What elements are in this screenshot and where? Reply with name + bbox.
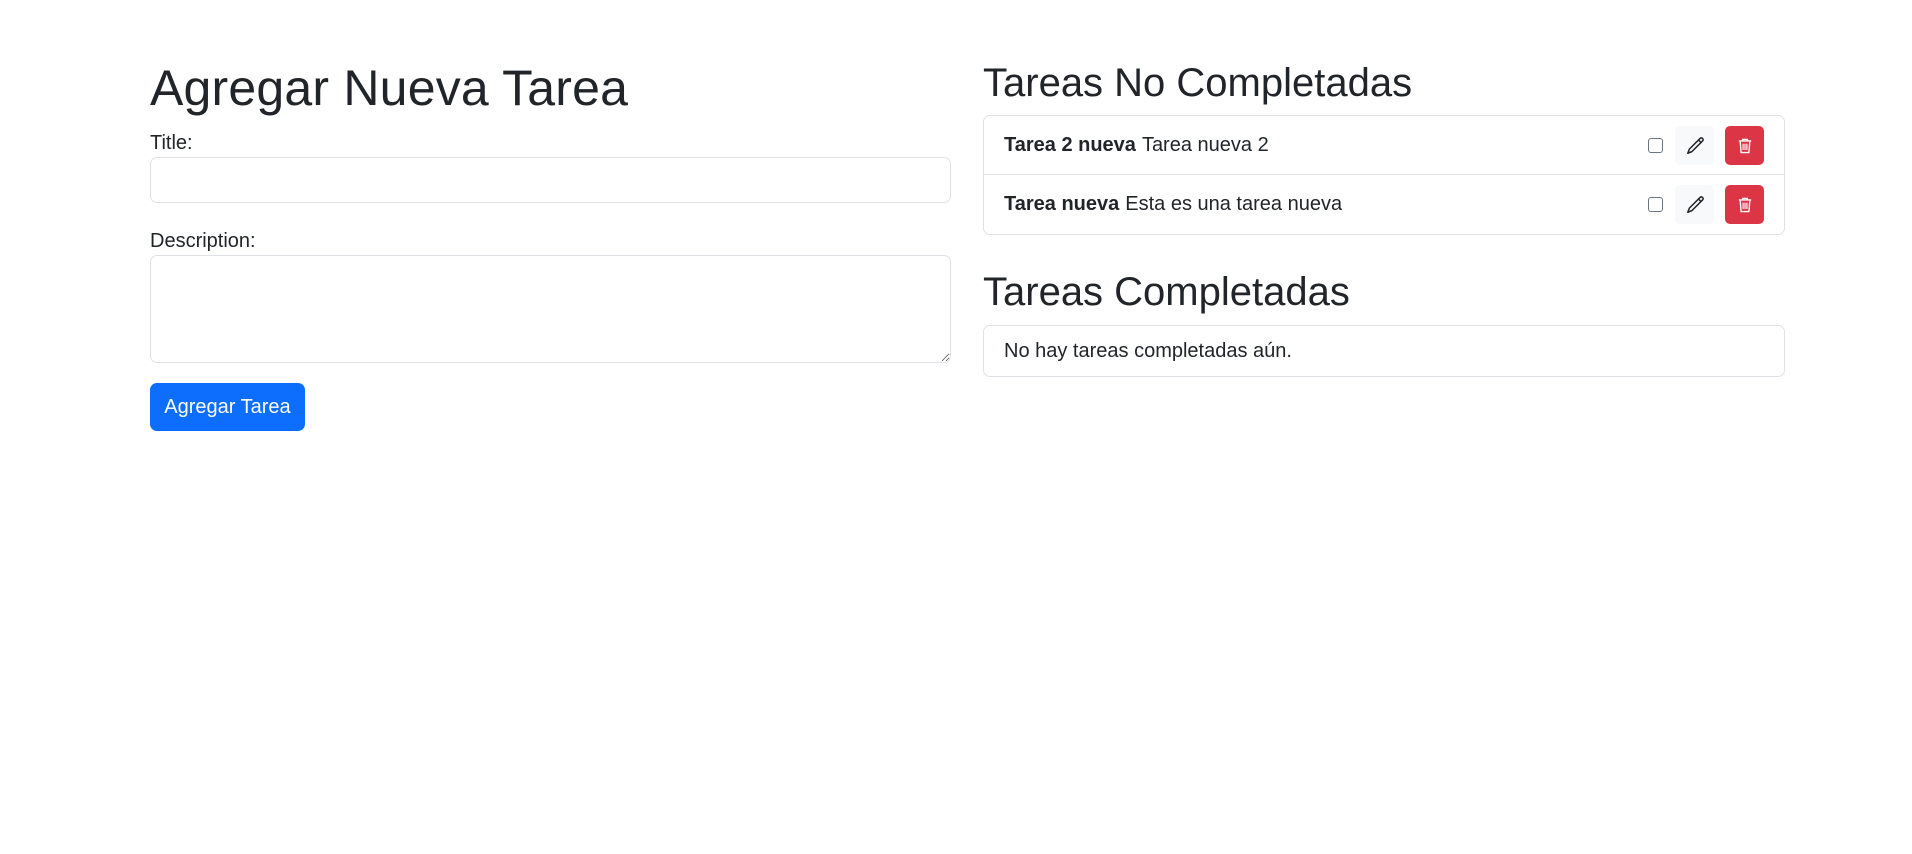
task-actions (1648, 185, 1764, 224)
task-description: Tarea nueva 2 (1141, 133, 1269, 156)
pencil-icon (1686, 195, 1704, 213)
description-textarea[interactable] (150, 255, 951, 363)
empty-message: No hay tareas completadas aún. (1004, 339, 1292, 362)
trash-icon (1738, 138, 1751, 153)
completed-heading: Tareas Completadas (983, 270, 1350, 314)
form-heading: Agregar Nueva Tarea (150, 60, 629, 116)
complete-checkbox[interactable] (1648, 197, 1663, 212)
task-description: Esta es una tarea nueva (1125, 193, 1343, 215)
edit-task-button[interactable] (1675, 185, 1714, 224)
title-label: Title: (150, 132, 193, 154)
task-actions (1648, 126, 1764, 165)
task-title: Tarea 2 nueva (1004, 133, 1136, 156)
completed-task-list: No hay tareas completadas aún. (983, 325, 1785, 377)
pencil-icon (1686, 136, 1704, 154)
delete-task-button[interactable] (1725, 185, 1764, 224)
pending-task-row: Tarea nueva Esta es una tarea nueva (984, 175, 1784, 234)
pending-heading: Tareas No Completadas (983, 61, 1413, 105)
add-task-button[interactable]: Agregar Tarea (150, 383, 305, 431)
complete-checkbox[interactable] (1648, 138, 1663, 153)
task-title: Tarea nueva (1004, 193, 1120, 215)
trash-icon (1738, 197, 1751, 212)
pending-task-row: Tarea 2 nueva Tarea nueva 2 (984, 116, 1784, 175)
title-input[interactable] (150, 157, 951, 203)
edit-task-button[interactable] (1675, 126, 1714, 165)
page-root: Agregar Nueva Tarea Title: Description: … (0, 0, 1912, 854)
description-label: Description: (150, 230, 256, 252)
delete-task-button[interactable] (1725, 126, 1764, 165)
pending-task-list: Tarea 2 nueva Tarea nueva 2 Tarea nueva … (983, 115, 1785, 235)
